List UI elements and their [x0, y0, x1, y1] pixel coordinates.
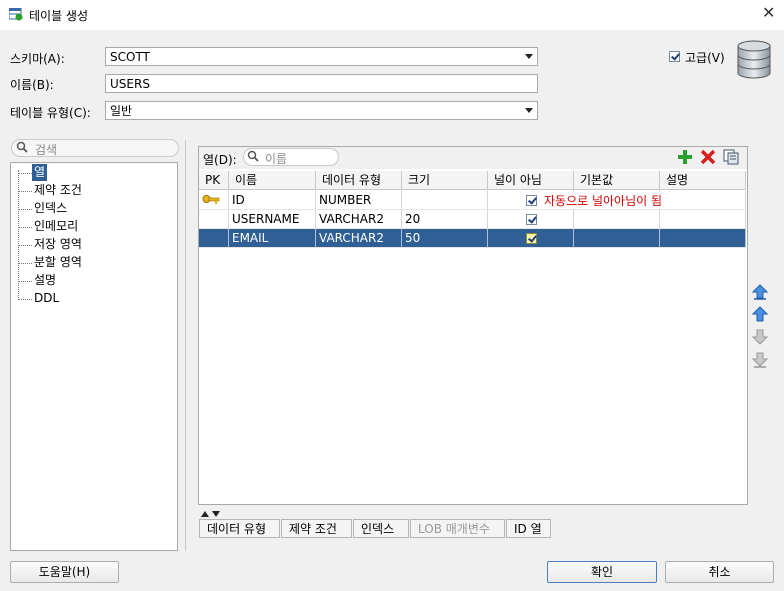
not-null-checkbox[interactable] — [526, 195, 537, 206]
table-type-select[interactable]: 일반 — [105, 101, 538, 120]
tree-connector — [18, 263, 32, 264]
header-default[interactable]: 기본값 — [574, 171, 660, 190]
move-down-icon — [751, 329, 769, 345]
header-name[interactable]: 이름 — [229, 171, 316, 190]
tab-indexes[interactable]: 인덱스 — [353, 519, 409, 538]
size-cell[interactable]: 20 — [402, 210, 488, 229]
tree-connector — [18, 299, 32, 300]
ok-button[interactable]: 확인 — [547, 561, 657, 583]
pk-cell[interactable] — [199, 210, 229, 229]
data-type-cell[interactable]: VARCHAR2 — [316, 210, 402, 229]
tree-connector — [18, 170, 19, 298]
name-cell[interactable]: USERNAME — [229, 210, 316, 229]
not-null-checkbox[interactable] — [526, 214, 537, 225]
header-data-type[interactable]: 데이터 유형 — [316, 171, 402, 190]
header-pk[interactable]: PK — [199, 171, 229, 190]
tree-connector — [18, 191, 32, 192]
tree-search-input[interactable]: 검색 — [11, 139, 179, 157]
tab-identity-column[interactable]: ID 열 — [506, 519, 551, 538]
tree-item[interactable]: 인덱스 — [34, 200, 67, 217]
header-comment[interactable]: 설명 — [660, 171, 746, 190]
size-cell[interactable]: 50 — [402, 229, 488, 248]
tree-item[interactable]: 저장 영역 — [34, 236, 82, 253]
copy-column-icon[interactable] — [723, 149, 739, 168]
name-cell[interactable]: ID — [229, 191, 316, 210]
tab-lob-parameters: LOB 매개변수 — [410, 519, 505, 538]
tree-connector — [18, 227, 32, 228]
column-search-input[interactable]: 이름 — [243, 148, 339, 166]
splitter[interactable] — [185, 140, 186, 551]
tree-item[interactable]: 열 — [32, 164, 48, 181]
tree-connector — [18, 209, 32, 210]
not-null-note: 자동으로 널아아님이 됨 — [544, 192, 663, 209]
database-icon — [737, 40, 771, 83]
delete-column-icon[interactable] — [700, 149, 716, 168]
schema-select[interactable]: SCOTT — [105, 47, 538, 66]
pk-cell[interactable] — [199, 229, 229, 248]
search-icon — [247, 150, 259, 165]
name-cell[interactable]: EMAIL — [229, 229, 316, 248]
size-cell[interactable] — [402, 191, 488, 210]
comment-cell[interactable] — [660, 191, 746, 210]
move-bottom-icon — [751, 352, 769, 368]
window-title: 테이블 생성 — [29, 9, 89, 23]
name-label: 이름(B): — [10, 78, 54, 92]
header-size[interactable]: 크기 — [402, 171, 488, 190]
data-type-cell[interactable]: NUMBER — [316, 191, 402, 210]
tree-item[interactable]: 인메모리 — [34, 218, 78, 235]
key-icon — [202, 195, 220, 204]
column-search-placeholder: 이름 — [265, 152, 288, 166]
tree-connector — [18, 281, 32, 282]
default-cell[interactable] — [574, 210, 660, 229]
move-up-icon[interactable] — [751, 306, 769, 322]
tree-connector — [18, 245, 32, 246]
table-type-select-value: 일반 — [110, 104, 133, 118]
name-input[interactable]: USERS — [105, 74, 538, 93]
comment-cell[interactable] — [660, 229, 746, 248]
chevron-down-icon — [525, 108, 533, 113]
columns-label: 열(D): — [203, 153, 237, 167]
tree-item[interactable]: DDL — [34, 290, 59, 307]
not-null-checkbox[interactable] — [526, 233, 537, 244]
search-icon — [16, 141, 28, 156]
header-not-null[interactable]: 널이 아님 — [488, 171, 574, 190]
table-type-label: 테이블 유형(C): — [10, 106, 91, 120]
tree-search-placeholder: 검색 — [35, 143, 58, 157]
tree-item[interactable]: 제약 조건 — [34, 182, 82, 199]
comment-cell[interactable] — [660, 210, 746, 229]
help-button[interactable]: 도움말(H) — [10, 561, 119, 583]
schema-label: 스키마(A): — [10, 52, 65, 66]
advanced-label: 고급(V) — [685, 51, 725, 65]
move-top-icon[interactable] — [751, 284, 769, 300]
tab-constraints[interactable]: 제약 조건 — [281, 519, 352, 538]
schema-select-value: SCOTT — [110, 50, 150, 64]
tree-item[interactable]: 분할 영역 — [34, 254, 82, 271]
tree-connector — [18, 173, 32, 174]
default-cell[interactable] — [574, 229, 660, 248]
chevron-down-icon — [525, 54, 533, 59]
add-column-icon[interactable] — [677, 149, 693, 168]
pk-cell[interactable] — [199, 191, 229, 210]
close-icon[interactable]: ✕ — [762, 5, 775, 21]
title-bar — [0, 0, 784, 30]
tab-data-type[interactable]: 데이터 유형 — [199, 519, 280, 538]
advanced-checkbox[interactable] — [669, 51, 680, 62]
tree-item[interactable]: 설명 — [34, 272, 56, 289]
cancel-button[interactable]: 취소 — [665, 561, 774, 583]
data-type-cell[interactable]: VARCHAR2 — [316, 229, 402, 248]
table-app-icon — [8, 7, 23, 21]
